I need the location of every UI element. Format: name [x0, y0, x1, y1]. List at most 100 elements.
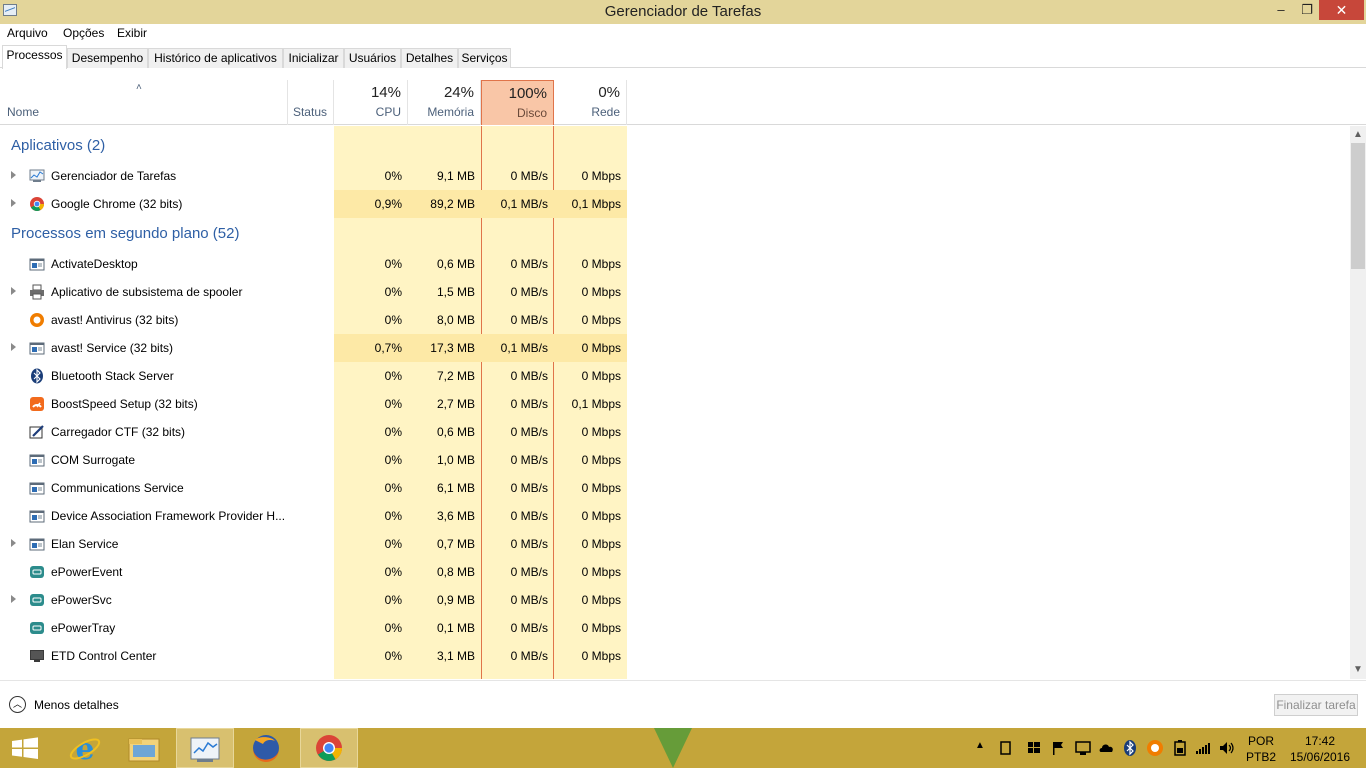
process-row[interactable]: ETD Control Center 0% 3,1 MB 0 MB/s 0 Mbps — [0, 642, 1350, 670]
service-window-icon — [29, 482, 45, 495]
process-row[interactable]: avast! Service (32 bits) 0,7% 17,3 MB 0,1 M… — [0, 334, 1350, 362]
expand-arrow-icon[interactable] — [11, 595, 16, 603]
scroll-up-icon[interactable]: ▲ — [1353, 129, 1363, 140]
network-monitor-icon[interactable] — [1074, 740, 1092, 756]
signal-strength-icon[interactable] — [1194, 740, 1212, 756]
tab-processos[interactable]: Processos — [2, 45, 67, 69]
taskbar-chrome[interactable] — [300, 728, 358, 768]
memory-value: 17,3 MB — [430, 341, 475, 355]
menu-arquivo[interactable]: Arquivo — [7, 26, 48, 40]
process-row[interactable]: ePowerSvc 0% 0,9 MB 0 MB/s 0 Mbps — [0, 586, 1350, 614]
expand-arrow-icon[interactable] — [11, 199, 16, 207]
cpu-value: 0% — [384, 397, 402, 411]
expand-arrow-icon[interactable] — [11, 287, 16, 295]
start-icon — [12, 737, 38, 759]
expand-arrow-icon[interactable] — [11, 343, 16, 351]
maximize-button[interactable]: ❐ — [1294, 0, 1320, 20]
disk-value: 0,1 MB/s — [500, 197, 548, 211]
taskbar-internet-explorer[interactable]: e — [56, 728, 114, 768]
menu-exibir[interactable]: Exibir — [117, 26, 147, 40]
language-indicator[interactable]: POR — [1244, 734, 1278, 748]
tab-servicos[interactable]: Serviços — [458, 48, 511, 68]
volume-icon[interactable] — [1218, 740, 1236, 756]
avast-tray-icon[interactable] — [1146, 739, 1164, 757]
header-name[interactable]: ˄ Nome — [0, 80, 288, 125]
process-row[interactable]: avast! Antivirus (32 bits) 0% 8,0 MB 0 MB/s… — [0, 306, 1350, 334]
minimize-button[interactable]: – — [1268, 0, 1294, 20]
battery-icon[interactable] — [1172, 739, 1188, 757]
process-name: Bluetooth Stack Server — [51, 369, 174, 383]
task-manager-icon — [29, 169, 45, 182]
show-hidden-icons[interactable]: ▲ — [975, 740, 985, 751]
cpu-value: 0% — [384, 313, 402, 327]
process-row[interactable]: COM Surrogate 0% 1,0 MB 0 MB/s 0 Mbps — [0, 446, 1350, 474]
expand-arrow-icon[interactable] — [11, 171, 16, 179]
scroll-thumb[interactable] — [1351, 143, 1365, 269]
process-row[interactable]: Aplicativo de subsistema de spooler 0% 1,5… — [0, 278, 1350, 306]
network-value: 0 Mbps — [581, 453, 621, 467]
start-button[interactable] — [0, 728, 58, 768]
disk-value: 0 MB/s — [510, 425, 548, 439]
internet-explorer-icon: e — [69, 732, 101, 767]
process-row[interactable]: ActivateDesktop 0% 0,6 MB 0 MB/s 0 Mbps — [0, 250, 1350, 278]
expand-arrow-icon[interactable] — [11, 539, 16, 547]
header-memory[interactable]: 24% Memória — [408, 80, 481, 125]
service-window-icon — [29, 258, 45, 271]
vertical-scrollbar[interactable]: ▲ ▼ — [1350, 126, 1366, 679]
windows-flag-icon[interactable] — [1026, 740, 1042, 756]
keyboard-layout-indicator[interactable]: PTB2 — [1244, 750, 1278, 764]
process-name: Carregador CTF (32 bits) — [51, 425, 186, 439]
process-name: Elan Service — [51, 537, 119, 551]
process-row[interactable]: Carregador CTF (32 bits) 0% 0,6 MB 0 MB/s 0 … — [0, 418, 1350, 446]
tab-desempenho[interactable]: Desempenho — [67, 48, 148, 68]
memory-value: 7,2 MB — [436, 369, 475, 383]
menu-opcoes[interactable]: Opções — [63, 26, 104, 40]
onedrive-icon[interactable] — [1098, 740, 1116, 756]
network-value: 0 Mbps — [581, 509, 621, 523]
process-row[interactable]: Device Association Framework Provider H.… — [0, 502, 1350, 530]
taskbar-file-explorer[interactable] — [115, 728, 173, 768]
clock-date[interactable]: 15/06/2016 — [1284, 750, 1356, 764]
header-network[interactable]: 0% Rede — [554, 80, 627, 125]
chevron-up-icon[interactable]: ︿ — [9, 696, 26, 713]
process-row[interactable]: BoostSpeed Setup (32 bits) 0% 2,7 MB 0 MB/s… — [0, 390, 1350, 418]
process-row[interactable]: ePowerEvent 0% 0,8 MB 0 MB/s 0 Mbps — [0, 558, 1350, 586]
header-cpu[interactable]: 14% CPU — [334, 80, 408, 125]
cpu-value: 0% — [384, 509, 402, 523]
monitor-icon — [30, 650, 44, 662]
bluetooth-tray-icon[interactable] — [1123, 739, 1137, 757]
taskbar-firefox[interactable] — [237, 728, 295, 768]
footer: ︿ Menos detalhes Finalizar tarefa — [0, 680, 1366, 728]
disk-value: 0 MB/s — [510, 565, 548, 579]
service-window-icon — [29, 454, 45, 467]
network-value: 0 Mbps — [581, 285, 621, 299]
close-button[interactable]: ✕ — [1319, 0, 1364, 20]
process-row[interactable]: Google Chrome (32 bits) 0,9% 89,2 MB 0,1 MB… — [0, 190, 1350, 218]
scroll-down-icon[interactable]: ▼ — [1353, 664, 1363, 675]
cpu-value: 0% — [384, 285, 402, 299]
tab-historico[interactable]: Histórico de aplicativos — [148, 48, 283, 68]
chrome-icon — [30, 197, 44, 211]
header-status[interactable]: Status — [288, 80, 334, 125]
disk-value: 0 MB/s — [510, 313, 548, 327]
process-row[interactable]: Elan Service 0% 0,7 MB 0 MB/s 0 Mbps — [0, 530, 1350, 558]
disk-value: 0 MB/s — [510, 509, 548, 523]
tablet-icon[interactable] — [998, 740, 1014, 756]
end-task-button[interactable]: Finalizar tarefa — [1274, 694, 1358, 716]
process-row[interactable]: Bluetooth Stack Server 0% 7,2 MB 0 MB/s 0 Mb… — [0, 362, 1350, 390]
process-row[interactable]: Communications Service 0% 6,1 MB 0 MB/s 0 Mb… — [0, 474, 1350, 502]
action-center-flag-icon[interactable] — [1050, 740, 1066, 756]
process-name: ePowerEvent — [51, 565, 123, 579]
network-value: 0 Mbps — [581, 425, 621, 439]
clock-time[interactable]: 17:42 — [1284, 734, 1356, 748]
process-row[interactable]: Gerenciador de Tarefas 0% 9,1 MB 0 MB/s 0 Mb… — [0, 162, 1350, 190]
tab-inicializar[interactable]: Inicializar — [283, 48, 344, 68]
network-value: 0 Mbps — [581, 621, 621, 635]
tab-usuarios[interactable]: Usuários — [344, 48, 401, 68]
header-memory-pct: 24% — [443, 84, 474, 101]
less-details-link[interactable]: Menos detalhes — [34, 698, 119, 712]
header-disk[interactable]: 100% Disco — [481, 80, 554, 125]
tab-detalhes[interactable]: Detalhes — [401, 48, 458, 68]
taskbar-task-manager[interactable] — [176, 728, 234, 768]
process-row[interactable]: ePowerTray 0% 0,1 MB 0 MB/s 0 Mbps — [0, 614, 1350, 642]
